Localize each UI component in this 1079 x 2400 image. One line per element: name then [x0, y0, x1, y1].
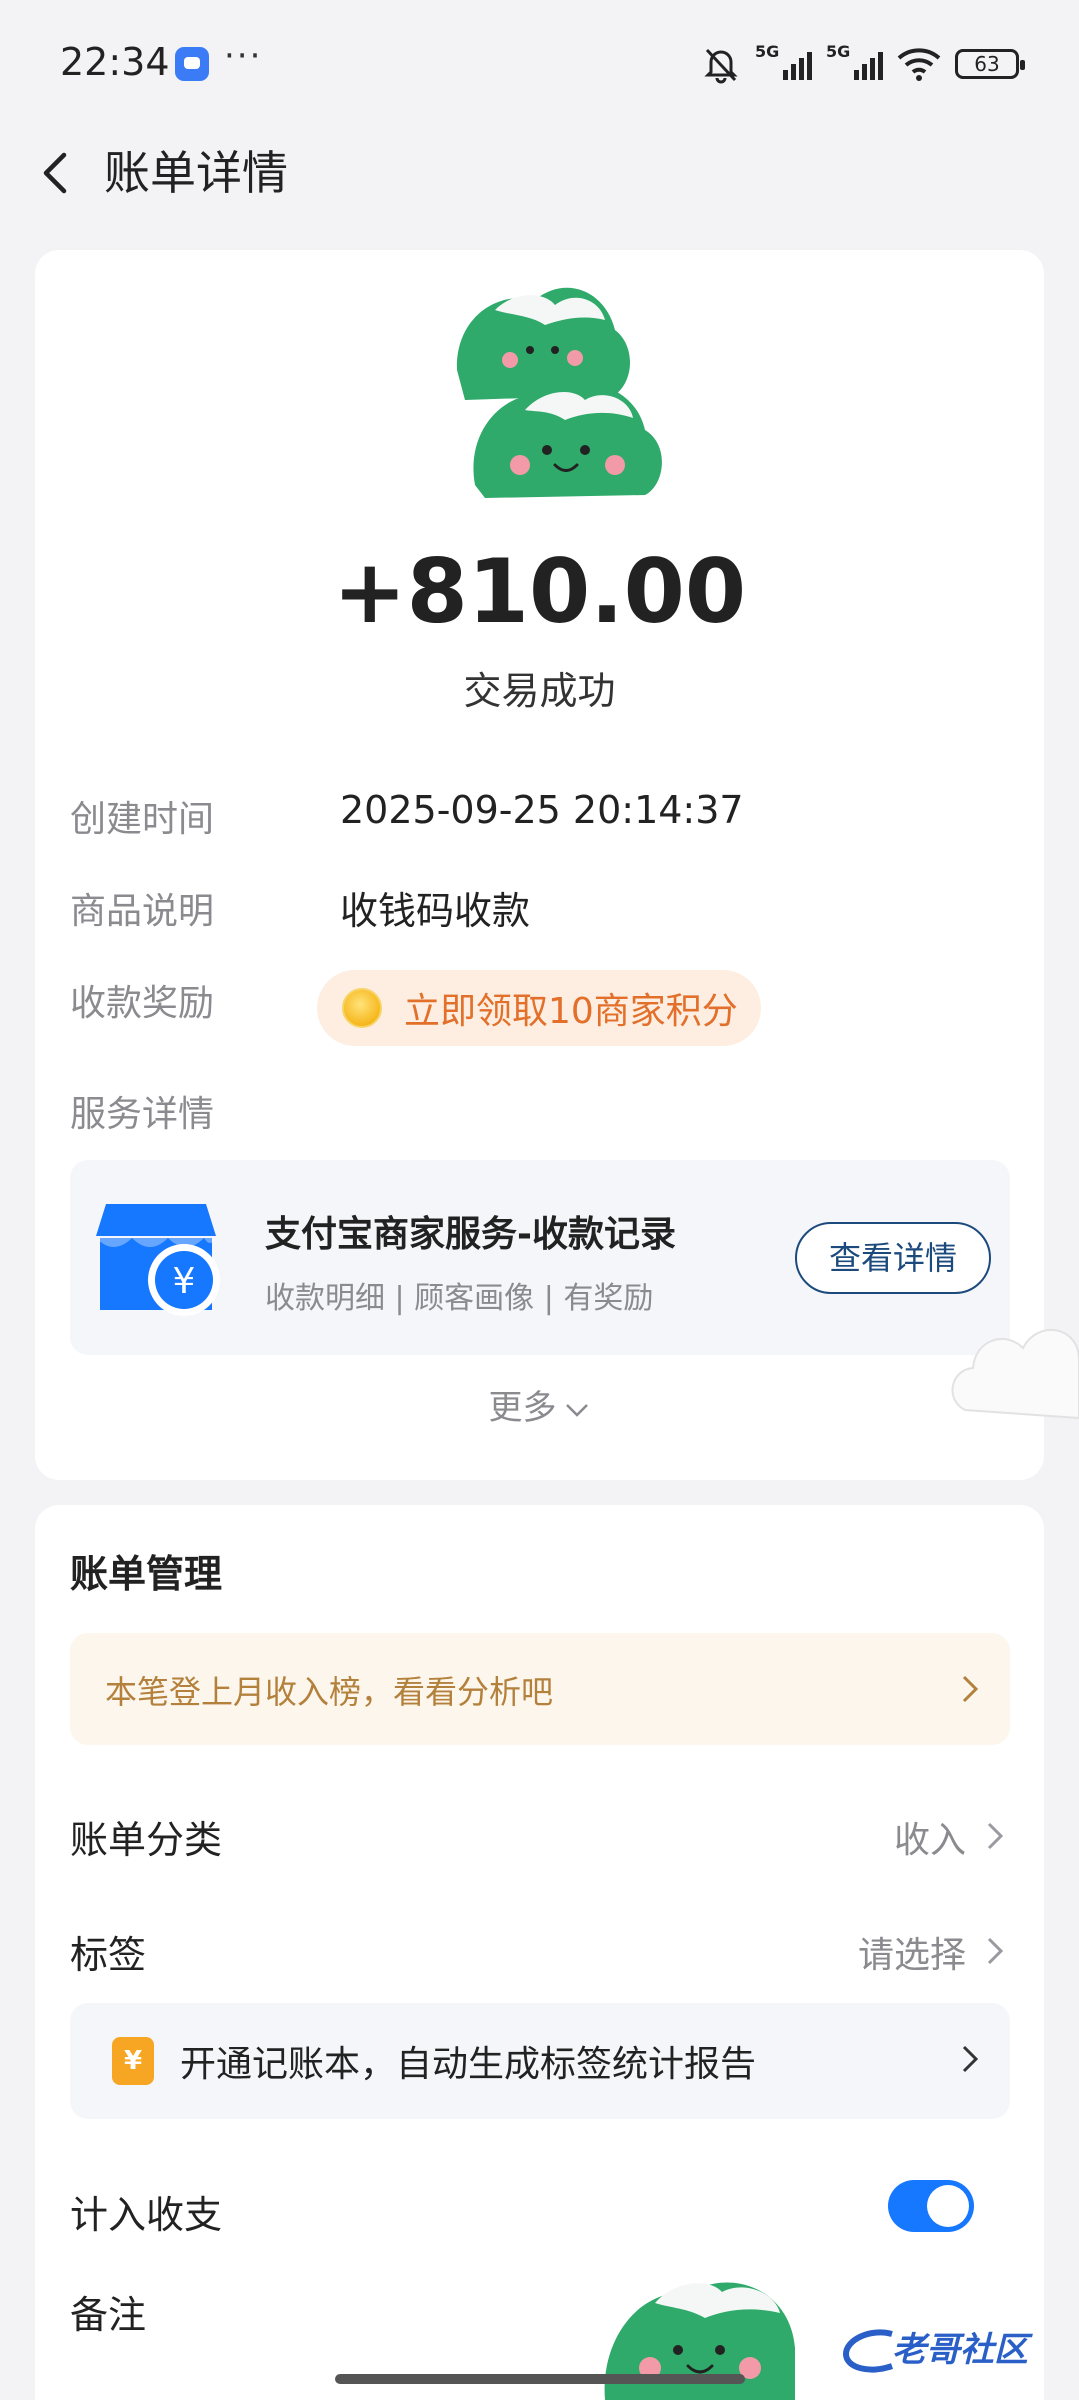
bill-category-label: 账单分类: [70, 1818, 223, 1862]
bookkeeping-text: 开通记账本，自动生成标签统计报告: [180, 2044, 757, 2085]
bookkeeping-promo[interactable]: ¥ 开通记账本，自动生成标签统计报告: [70, 2003, 1010, 2119]
store-icon: ¥: [96, 1204, 220, 1316]
tip-text: 本笔登上月收入榜，看看分析吧: [105, 1673, 554, 1711]
tag-value: 请选择: [857, 1935, 966, 1976]
signal-icon-2: 5G: [826, 42, 883, 80]
chevron-right-icon: [987, 1937, 1004, 1965]
include-in-stats-row: 计入收支: [70, 2170, 1010, 2250]
chat-app-icon: [175, 47, 209, 81]
svg-text:¥: ¥: [173, 1261, 196, 1302]
coin-icon: [342, 988, 382, 1028]
wifi-icon: [897, 48, 941, 81]
status-time: 22:34: [60, 40, 170, 84]
watermark-text: 老哥社区: [892, 2330, 1028, 2370]
bill-management-card: 账单管理 本笔登上月收入榜，看看分析吧 账单分类 收入 标签 请选择 ¥ 开通记…: [35, 1505, 1044, 2400]
chevron-down-icon: [565, 1403, 588, 1417]
status-more-dots: ···: [224, 36, 263, 76]
home-indicator[interactable]: [335, 2374, 745, 2384]
product-desc-label: 商品说明: [70, 891, 215, 932]
transaction-status: 交易成功: [463, 669, 616, 713]
mute-bell-icon: [704, 48, 738, 84]
tag-row[interactable]: 标签 请选择: [70, 1910, 1010, 1990]
watermark: 老哥社区: [840, 2320, 1065, 2380]
view-details-button[interactable]: 查看详情: [795, 1222, 991, 1294]
section-title: 账单管理: [70, 1552, 223, 1596]
mountain-mascot-icon: [456, 287, 662, 498]
service-details-label: 服务详情: [70, 1094, 215, 1135]
income-rank-tip[interactable]: 本笔登上月收入榜，看看分析吧: [70, 1633, 1010, 1745]
more-label: 更多: [488, 1388, 557, 1428]
product-desc-value: 收钱码收款: [340, 889, 531, 933]
chevron-right-icon: [962, 2045, 979, 2073]
note-label: 备注: [70, 2293, 147, 2337]
chevron-left-icon: [43, 152, 67, 194]
tag-label: 标签: [70, 1933, 147, 1977]
include-in-stats-label: 计入收支: [70, 2193, 223, 2237]
bill-category-value: 收入: [893, 1820, 966, 1861]
service-title: 支付宝商家服务-收款记录: [265, 1214, 676, 1255]
service-subtitle: 收款明细 | 顾客画像 | 有奖励: [265, 1281, 654, 1316]
yen-badge-icon: ¥: [112, 2037, 154, 2085]
reward-text: 立即领取10商家积分: [404, 991, 738, 1032]
status-bar: 22:34 ··· 5G 5G 63: [0, 0, 1079, 125]
status-right-icons: 5G 5G 63: [701, 42, 1025, 86]
reward-label: 收款奖励: [70, 983, 215, 1024]
transaction-amount: +810.00: [332, 540, 747, 643]
merchant-service-card[interactable]: ¥ 支付宝商家服务-收款记录 收款明细 | 顾客画像 | 有奖励 查看详情: [70, 1160, 1010, 1355]
include-in-stats-toggle[interactable]: [888, 2180, 974, 2232]
signal-icon: 5G: [755, 42, 812, 80]
battery-icon: 63: [955, 49, 1025, 79]
chevron-right-icon: [987, 1822, 1004, 1850]
watermark-logo-icon: [842, 2329, 894, 2373]
bill-category-row[interactable]: 账单分类 收入: [70, 1795, 1010, 1875]
back-button[interactable]: [28, 143, 88, 203]
claim-reward-button[interactable]: 立即领取10商家积分: [317, 970, 761, 1046]
more-button[interactable]: 更多: [35, 1380, 1044, 1429]
transaction-card: +810.00 交易成功 创建时间 2025-09-25 20:14:37 商品…: [35, 250, 1044, 1480]
nav-bar: 账单详情: [0, 125, 1079, 225]
created-time-value: 2025-09-25 20:14:37: [340, 788, 744, 832]
created-time-label: 创建时间: [70, 799, 215, 840]
cloud-decoration-icon: [951, 1328, 1079, 1420]
chevron-right-icon: [962, 1675, 979, 1703]
page-title: 账单详情: [104, 146, 288, 200]
